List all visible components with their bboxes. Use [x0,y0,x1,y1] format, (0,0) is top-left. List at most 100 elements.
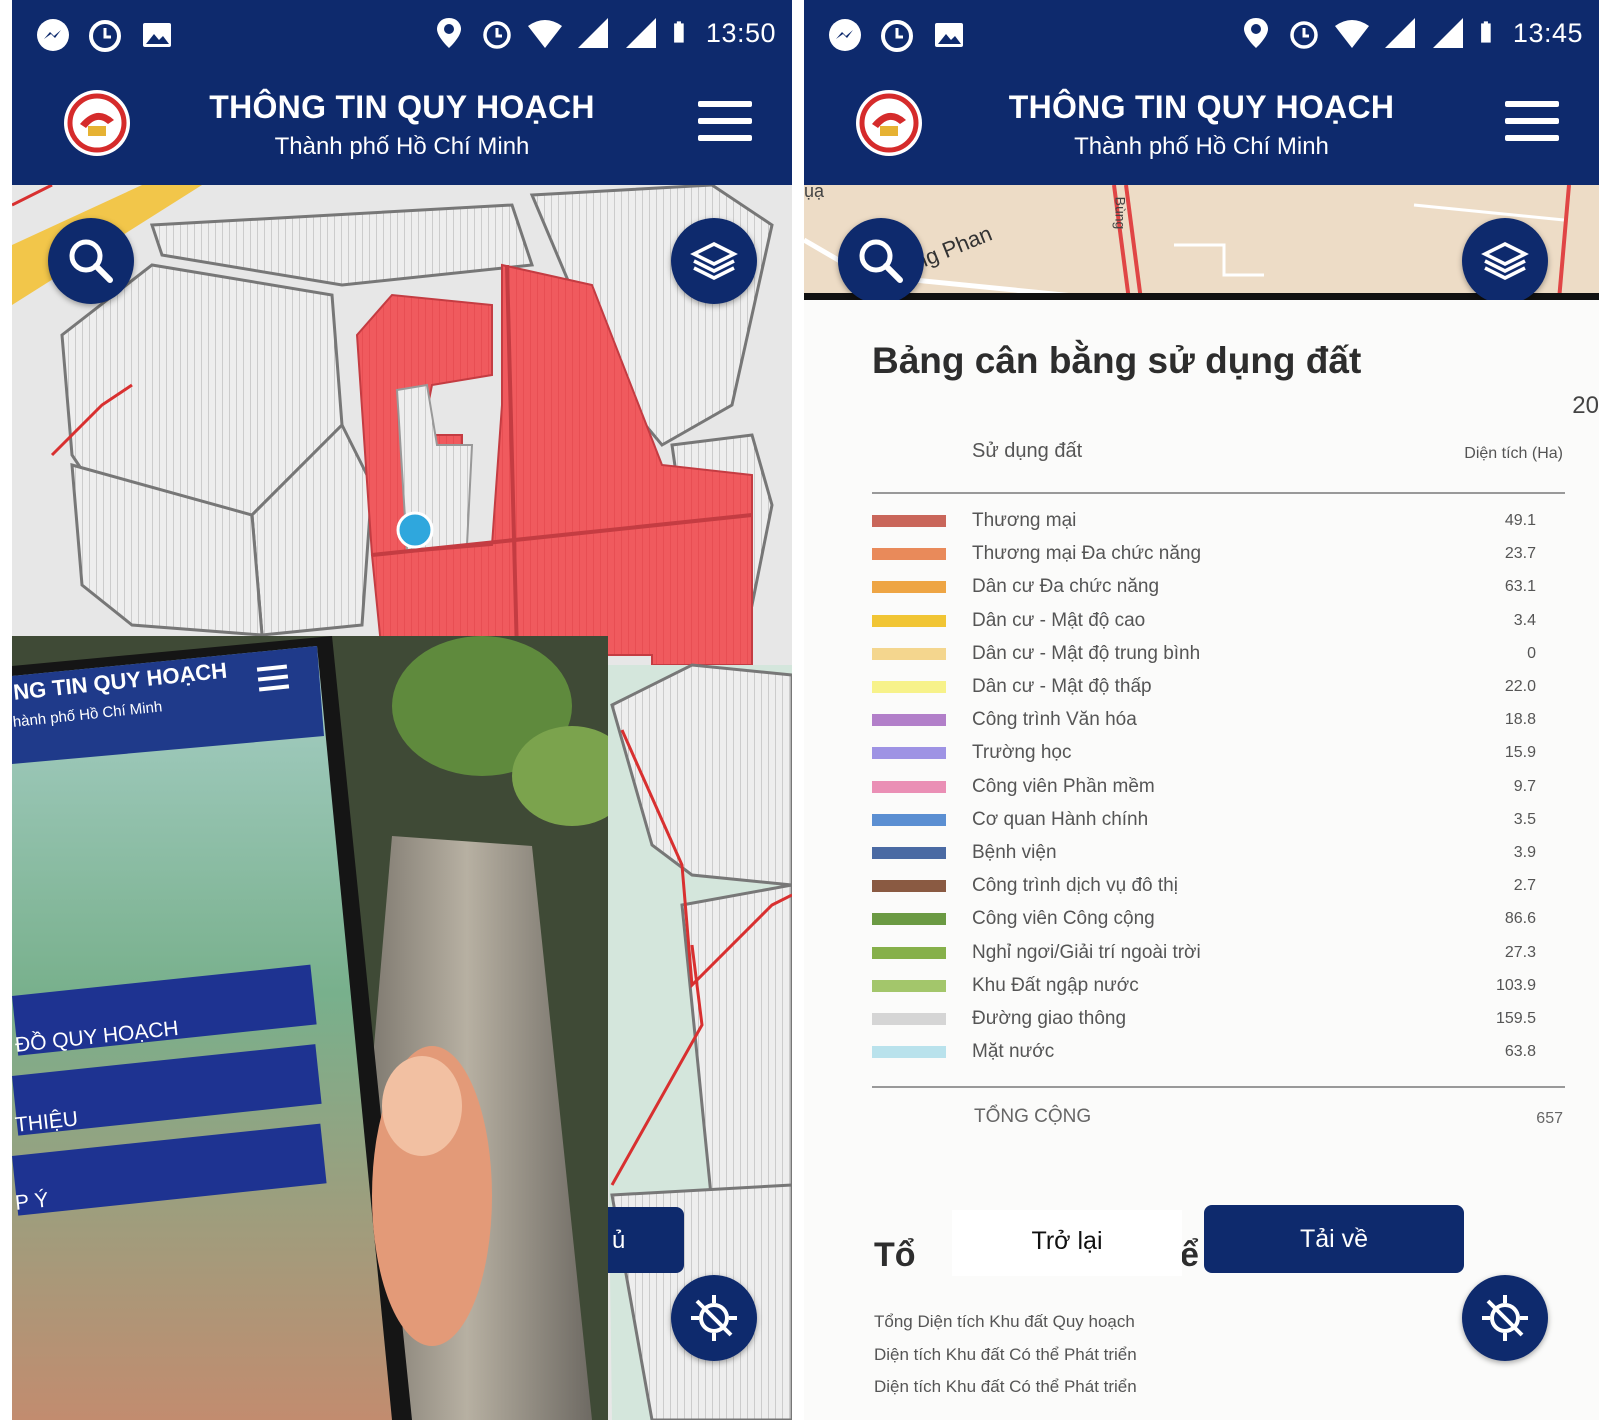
land-use-row: Khu Đất ngập nước 103.9 [872,971,1572,1001]
land-use-row: Công trình dịch vụ đô thị 2.7 [872,871,1572,901]
fine-print-line-1: Tổng Diện tích Khu đất Quy hoạch [874,1312,1135,1331]
land-use-label: Đường giao thông [972,1008,1127,1029]
land-use-area-value: 2.7 [1513,877,1536,895]
app-header-right: THÔNG TIN QUY HOẠCH Thành phố Hồ Chí Min… [804,75,1599,185]
app-title: THÔNG TIN QUY HOẠCH [209,89,595,125]
hamburger-menu-icon[interactable] [698,101,752,145]
land-use-label: Thương mại [972,510,1077,531]
column-header-area: Diện tích (Ha) [1464,445,1563,462]
land-use-label: Dân cư - Mật độ cao [972,609,1146,631]
land-use-label: Dân cư Đa chức năng [972,576,1160,598]
inset-menu-item-3: P Ý [14,1188,50,1215]
land-use-label: Cơ quan Hành chính [972,808,1149,830]
gps-off-button[interactable] [1462,1275,1548,1361]
inset-menu-icon [256,664,290,692]
land-use-label: Mặt nước [972,1041,1055,1063]
land-use-label: Nghỉ ngơi/Giải trí ngoài trời [972,941,1201,963]
land-use-color-swatch [872,747,946,760]
land-use-row: Công trình Văn hóa 18.8 [872,705,1572,735]
land-use-row: Trường học 15.9 [872,738,1572,768]
table-bottom-rule [872,1086,1565,1088]
map-corner-label: ụạ [804,185,825,201]
land-use-area-value: 22.0 [1504,678,1536,695]
land-use-color-swatch [872,581,946,594]
app-title: THÔNG TIN QUY HOẠCH [1008,89,1395,125]
hamburger-menu-icon[interactable] [1505,101,1559,145]
messenger-icon [829,19,861,51]
land-use-row: Dân cư - Mật độ cao 3.4 [872,606,1572,636]
search-icon [859,239,903,283]
fine-print-line-2: Diện tích Khu đất Có thể Phát triển [874,1345,1137,1364]
status-time: 13:45 [1512,17,1583,48]
document-year-partial: 20 [1572,392,1599,419]
land-use-area-value: 9.7 [1513,777,1536,795]
phone-photo-inset: NG TIN QUY HOẠCH hành phố Hồ Chí Minh ĐỒ… [12,636,608,1420]
partial-map-button[interactable]: ủ [608,1207,684,1273]
land-use-row: Bệnh viện 3.9 [872,838,1572,868]
layers-button[interactable] [1462,218,1548,304]
land-use-label: Thương mại Đa chức năng [972,543,1202,565]
document-title: Bảng cân bằng sử dụng đất [872,340,1362,381]
status-bar: 13:50 [12,0,792,75]
land-use-color-swatch [872,515,946,527]
land-use-area-value: 103.9 [1495,976,1536,994]
section-heading-partial: Tổ [874,1236,916,1274]
land-use-row: Nghỉ ngơi/Giải trí ngoài trời 27.3 [872,938,1572,968]
land-use-row: Dân cư Đa chức năng 63.1 [872,572,1572,602]
battery-icon [1481,21,1491,43]
land-use-row: Cơ quan Hành chính 3.5 [872,805,1572,835]
land-use-area-value: 63.1 [1504,578,1536,596]
land-use-row: Đường giao thông 159.5 [872,1004,1572,1034]
column-header-land-use: Sử dụng đất [972,440,1083,462]
land-use-row: Công viên Công cộng 86.6 [872,904,1572,934]
signal-icon [1384,18,1415,48]
layers-icon [1481,242,1529,280]
land-use-area-value: 15.9 [1504,744,1536,762]
app-subtitle: Thành phố Hồ Chí Minh [1074,133,1329,160]
location-icon [1243,18,1268,48]
gps-off-button[interactable] [671,1275,757,1361]
land-use-color-swatch [872,847,946,859]
image-icon [935,23,963,47]
land-use-color-swatch [872,880,946,893]
battery-icon [674,21,684,43]
land-use-color-swatch [872,913,946,926]
status-bar-right: 13:45 [804,0,1599,75]
land-use-row: Thương mại 49.1 [872,506,1572,536]
back-button[interactable]: Trở lại [952,1210,1182,1276]
total-value: 657 [1536,1110,1563,1127]
land-use-label: Công viên Công cộng [972,908,1155,930]
land-use-label: Công trình Văn hóa [972,709,1137,731]
land-use-label: Bệnh viện [972,842,1057,863]
land-use-document[interactable]: Bảng cân bằng sử dụng đất 20 Sử dụng đất… [804,300,1599,1420]
layers-icon [690,242,738,280]
gps-off-icon [1482,1295,1528,1341]
clock-refresh-icon [881,20,913,52]
land-use-label: Trường học [972,742,1072,764]
land-use-label: Công viên Phần mềm [972,775,1155,797]
download-button[interactable]: Tải về [1204,1205,1464,1273]
land-use-color-swatch [872,780,946,793]
land-use-label: Công trình dịch vụ đô thị [972,875,1178,897]
status-time: 13:50 [705,17,776,48]
land-use-color-swatch [872,548,946,561]
clock-refresh-icon [89,20,121,52]
gps-off-icon [691,1295,737,1341]
messenger-icon [37,19,69,51]
location-icon [436,18,461,48]
land-use-color-swatch [872,681,946,693]
land-use-area-value: 0 [1527,644,1536,662]
section-heading-partial-2: ể [1180,1236,1199,1274]
land-use-area-value: 18.8 [1504,711,1536,729]
table-top-rule [872,492,1565,494]
land-use-area-value: 3.9 [1513,844,1536,861]
layers-button[interactable] [671,218,757,304]
land-use-row: Mặt nước 63.8 [872,1037,1572,1067]
land-use-row: Thương mại Đa chức năng 23.7 [872,539,1572,569]
total-label: TỔNG CỘNG [974,1106,1092,1127]
land-use-color-swatch [872,1046,946,1059]
map-street-label-2: Bùng [1112,196,1129,230]
search-button[interactable] [48,218,134,304]
search-button[interactable] [838,218,924,304]
land-use-area-value: 3.5 [1513,810,1536,828]
